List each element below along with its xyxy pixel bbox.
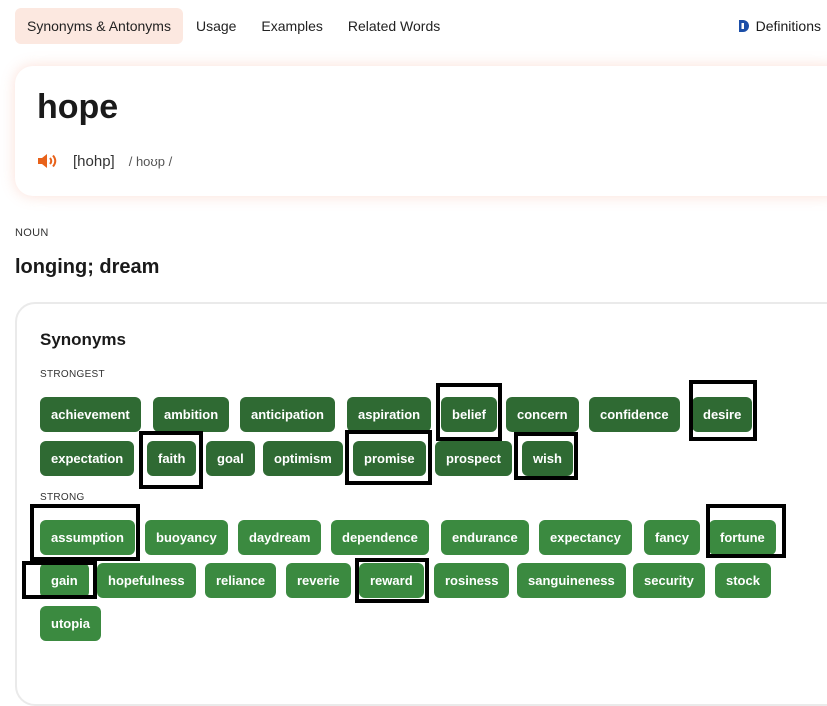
sense-definition: longing; dream [15,256,160,278]
synonym-chip[interactable]: hopefulness [97,563,196,598]
tab-bar: Synonyms & Antonyms Usage Examples Relat… [15,8,453,44]
definitions-label: Definitions [755,18,821,34]
synonym-chip[interactable]: confidence [589,397,680,432]
synonym-chip[interactable]: expectation [40,441,135,476]
group-label-strongest: STRONGEST [40,369,105,380]
synonym-chip[interactable]: aspiration [347,397,432,432]
synonym-chip[interactable]: dependence [331,520,429,555]
tab-synonyms-antonyms[interactable]: Synonyms & Antonyms [15,8,183,44]
word-header-card: hope [hohp] / hoʊp / [15,66,827,196]
part-of-speech: NOUN [15,227,49,239]
synonym-chip[interactable]: reliance [205,563,277,598]
synonym-chip[interactable]: reverie [286,563,351,598]
synonyms-title: Synonyms [40,330,126,349]
synonym-chip[interactable]: concern [506,397,579,432]
synonym-chip[interactable]: buoyancy [145,520,228,555]
synonym-chip[interactable]: stock [715,563,771,598]
group-label-strong: STRONG [40,492,85,503]
highlight-box [689,380,757,441]
synonym-chip[interactable]: achievement [40,397,141,432]
highlight-box [345,430,432,485]
pronunciation-ipa: / hoʊp / [128,153,173,169]
highlight-box [436,383,502,441]
highlight-box [706,504,786,558]
definitions-link[interactable]: Definitions [738,8,821,44]
synonym-chip[interactable]: anticipation [240,397,335,432]
dictionary-logo-icon [738,20,749,32]
synonym-chip[interactable]: fancy [644,520,700,555]
synonym-chip[interactable]: expectancy [539,520,632,555]
highlight-box [355,558,429,603]
synonym-chip[interactable]: utopia [40,606,101,641]
tab-usage[interactable]: Usage [184,8,248,44]
synonym-chip[interactable]: endurance [441,520,529,555]
synonym-chip[interactable]: prospect [435,441,512,476]
synonym-chip[interactable]: security [633,563,705,598]
pronunciation-spelled: [hohp] [73,152,115,170]
synonym-chip[interactable]: sanguineness [517,563,626,598]
synonym-chip[interactable]: goal [206,441,255,476]
highlight-box [139,431,203,489]
synonym-chip[interactable]: daydream [238,520,322,555]
headword: hope [37,88,119,126]
synonym-chip[interactable]: rosiness [434,563,510,598]
synonym-chip[interactable]: optimism [263,441,343,476]
highlight-box [22,561,97,599]
tab-related-words[interactable]: Related Words [336,8,452,44]
highlight-box [30,504,140,561]
tab-examples[interactable]: Examples [249,8,334,44]
highlight-box [514,432,578,480]
synonym-chip[interactable]: ambition [153,397,230,432]
pronunciation-row: [hohp] / hoʊp / [37,152,172,170]
speaker-icon[interactable] [37,152,59,170]
